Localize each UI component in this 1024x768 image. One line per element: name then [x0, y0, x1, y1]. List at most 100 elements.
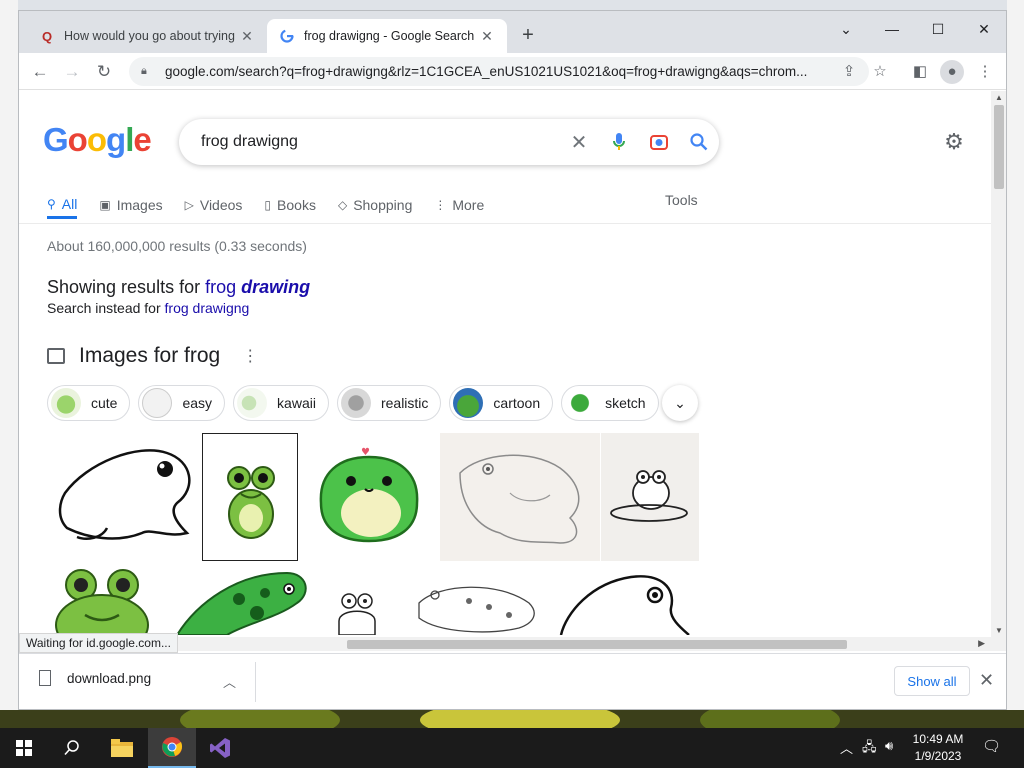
tab-all[interactable]: ⚲ All [47, 191, 78, 219]
bookmark-star-icon[interactable]: ☆ [867, 59, 893, 85]
scrollbar-thumb[interactable] [994, 105, 1004, 189]
google-logo[interactable]: Google [43, 121, 152, 159]
forward-button[interactable]: → [59, 59, 85, 85]
chip-label: cartoon [493, 395, 541, 411]
notifications-icon[interactable]: 🗨︎ [982, 737, 1001, 755]
video-icon: ▷ [184, 198, 194, 212]
browser-window: Q How would you go about trying ✕ frog d… [18, 10, 1007, 710]
windows-start-icon[interactable] [0, 728, 48, 768]
tab-google-search[interactable]: frog drawigng - Google Search ✕ [267, 19, 507, 53]
close-icon[interactable]: ✕ [979, 670, 994, 691]
clock-date: 1/9/2023 [914, 749, 962, 763]
search-input[interactable]: frog drawigng [201, 133, 559, 151]
image-result[interactable] [202, 433, 298, 561]
network-icon[interactable]: 🖧︎ [862, 738, 877, 760]
images-heading[interactable]: Images for frog [79, 344, 220, 368]
scroll-up-icon[interactable]: ▲ [995, 93, 1003, 102]
image-icon: ▣ [99, 198, 111, 212]
tools-button[interactable]: Tools [665, 192, 698, 208]
corrected-bold: drawing [241, 277, 311, 297]
maximize-button[interactable]: ☐ [915, 15, 961, 43]
vertical-scrollbar[interactable]: ▲ ▼ [991, 91, 1006, 637]
chip-cartoon[interactable]: cartoon [449, 385, 554, 421]
search-box[interactable]: frog drawigng ✕ [179, 119, 719, 165]
chip-sketch[interactable]: sketch [561, 385, 659, 421]
file-explorer-icon[interactable] [98, 728, 146, 768]
download-filename: download.png [67, 670, 152, 686]
tab-quora[interactable]: Q How would you go about trying ✕ [27, 19, 267, 53]
camera-lens-icon[interactable] [639, 122, 679, 162]
back-button[interactable]: ← [27, 59, 53, 85]
image-result[interactable] [551, 563, 699, 635]
chevron-up-icon[interactable]: ︿ [840, 738, 853, 757]
chip-cute[interactable]: cute [47, 385, 131, 421]
search-icon[interactable] [679, 122, 719, 162]
chip-realistic[interactable]: realistic [336, 385, 442, 421]
tab-videos[interactable]: ▷ Videos [185, 191, 243, 219]
chip-thumbnail [142, 388, 173, 418]
scroll-right-icon[interactable]: ▶ [978, 638, 985, 649]
tab-label: Books [277, 197, 316, 213]
menu-dots-icon[interactable]: ⋮ [972, 59, 998, 85]
image-result[interactable] [167, 563, 315, 635]
clear-icon[interactable]: ✕ [559, 122, 599, 162]
search-nav-tabs: ⚲ All ▣ Images ▷ Videos ▯ Books ◇ Shopping ⋮ M… [47, 191, 506, 223]
status-bubble: Waiting for id.google.com... [19, 633, 178, 653]
gear-icon[interactable]: ⚙ [941, 129, 967, 155]
image-chips: cute easy kawaii realistic cartoon sketc… [47, 385, 667, 421]
browser-toolbar: ← → ↻ 🔒︎ google.com/search?q=frog+drawig… [19, 53, 1006, 90]
profile-avatar[interactable]: ● [940, 60, 964, 84]
tab-label: Images [116, 197, 163, 213]
image-result[interactable]: ♥ [299, 433, 439, 561]
window-close-button[interactable]: ✕ [961, 15, 1006, 43]
chip-easy[interactable]: easy [138, 385, 226, 421]
share-icon[interactable]: ⇪ [838, 61, 860, 83]
chevron-down-icon[interactable]: ⌄ [662, 385, 698, 421]
search-icon[interactable] [48, 728, 96, 768]
corrected-plain: frog [205, 277, 237, 297]
image-result[interactable] [601, 433, 699, 561]
chip-thumbnail [453, 388, 484, 418]
close-icon[interactable]: ✕ [239, 28, 255, 45]
downloads-bar: download.png ︿ Show all ✕ [19, 653, 1006, 709]
chevron-up-icon[interactable]: ︿ [223, 672, 236, 691]
corrected-query-link[interactable]: frog drawing [205, 277, 310, 297]
new-tab-button[interactable]: + [517, 25, 539, 47]
image-result[interactable] [47, 433, 201, 561]
original-query-link[interactable]: frog drawigng [165, 300, 250, 316]
download-item[interactable]: download.png [39, 670, 151, 686]
tab-title: How would you go about trying [64, 29, 235, 43]
close-icon[interactable]: ✕ [479, 28, 495, 45]
image-result[interactable] [317, 563, 397, 635]
image-result[interactable] [399, 563, 549, 635]
visual-studio-icon[interactable] [196, 728, 244, 768]
chip-label: kawaii [277, 395, 316, 411]
show-all-button[interactable]: Show all [894, 666, 970, 696]
scroll-down-icon[interactable]: ▼ [995, 626, 1003, 635]
tab-shopping[interactable]: ◇ Shopping [338, 191, 412, 219]
tab-label: Videos [199, 197, 243, 213]
side-panel-icon[interactable]: ◧ [907, 59, 933, 85]
chip-label: sketch [605, 395, 646, 411]
scrollbar-thumb[interactable] [347, 640, 847, 649]
divider [255, 662, 256, 702]
dots-icon[interactable]: ⋮ [242, 346, 258, 366]
image-icon [47, 348, 65, 364]
image-result[interactable] [440, 433, 600, 561]
address-bar[interactable]: 🔒︎ google.com/search?q=frog+drawigng&rlz… [129, 57, 869, 86]
tab-images[interactable]: ▣ Images [99, 191, 162, 219]
chip-kawaii[interactable]: kawaii [233, 385, 329, 421]
tab-more[interactable]: ⋮ More [434, 191, 484, 219]
minimize-button[interactable]: — [869, 15, 915, 43]
images-section-header: Images for frog ⋮ [47, 344, 258, 368]
volume-icon[interactable]: 🔊︎ [885, 738, 893, 754]
image-result[interactable] [47, 563, 165, 635]
tab-label: More [452, 197, 485, 213]
clock[interactable]: 10:49 AM 1/9/2023 [906, 731, 970, 765]
tab-books[interactable]: ▯ Books [264, 191, 316, 219]
reload-button[interactable]: ↻ [91, 59, 117, 85]
chevron-down-icon[interactable]: ⌄ [823, 15, 869, 43]
desktop-background-right [1007, 0, 1024, 728]
chrome-icon[interactable] [148, 728, 196, 768]
microphone-icon[interactable] [599, 122, 639, 162]
